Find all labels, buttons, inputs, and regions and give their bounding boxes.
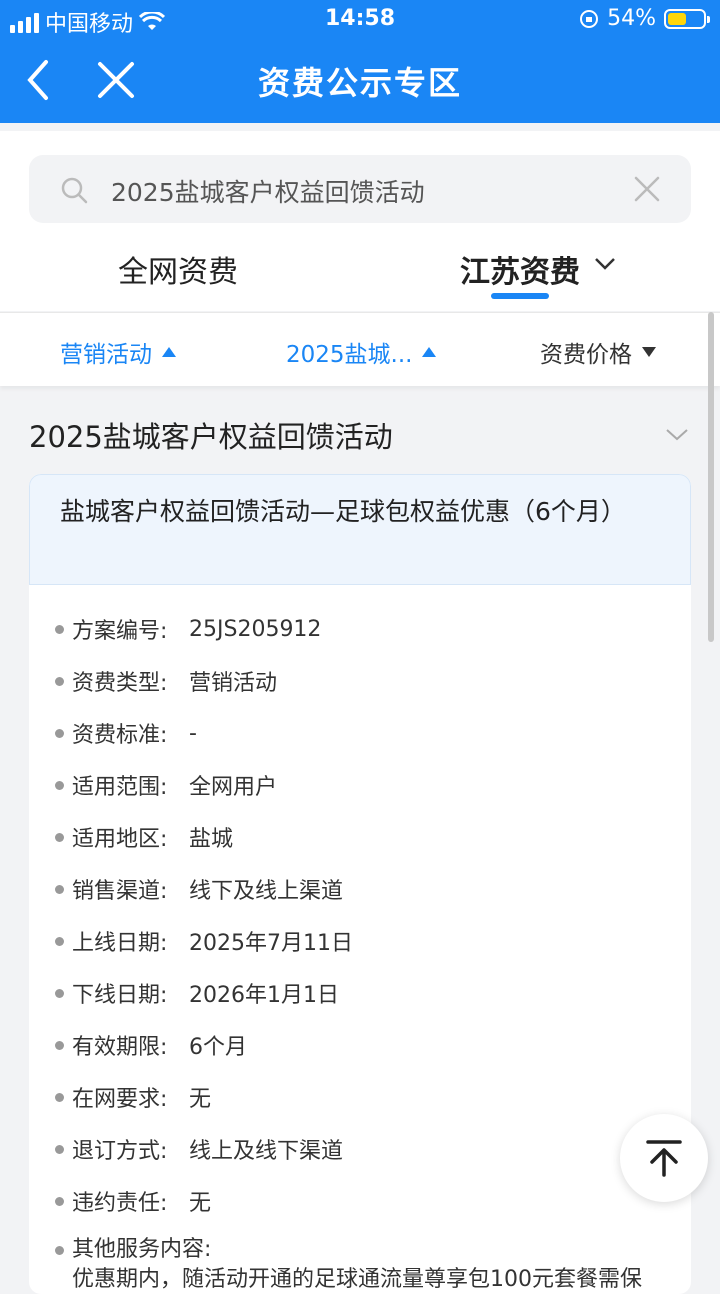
navbar: 资费公示专区	[0, 40, 720, 123]
battery-icon	[664, 8, 710, 29]
page-title: 资费公示专区	[257, 64, 462, 102]
field-key: 资费标准:	[72, 723, 168, 748]
other-services: 其他服务内容: 优惠期内，随活动开通的足球通流量尊享包100元套餐需保	[55, 1235, 691, 1294]
field-row: 下线日期: 2026年1月1日	[55, 967, 691, 1019]
field-value: 6个月	[189, 1035, 247, 1060]
field-key: 销售渠道:	[72, 879, 168, 904]
tab-jiangsu[interactable]: 江苏资费	[460, 247, 580, 291]
field-row: 有效期限: 6个月	[55, 1019, 691, 1071]
tab-indicator	[491, 293, 549, 299]
card-title: 盐城客户权益回馈活动—足球包权益优惠（6个月）	[29, 474, 691, 585]
tab-national[interactable]: 全网资费	[118, 247, 238, 291]
bullet	[55, 832, 64, 842]
bullet	[55, 1245, 64, 1255]
scrollbar[interactable]	[708, 312, 714, 642]
field-key: 在网要求:	[72, 1087, 168, 1112]
field-row: 上线日期: 2025年7月11日	[55, 915, 691, 967]
tariff-card: 盐城客户权益回馈活动—足球包权益优惠（6个月） 方案编号: 25JS205912 资…	[29, 474, 691, 1294]
field-key: 资费类型:	[72, 671, 168, 696]
field-value: 全网用户	[189, 775, 278, 800]
bullet	[55, 936, 64, 946]
header: 中国移动 14:58 54% 资费公示专区	[0, 0, 720, 123]
bullet	[55, 1144, 64, 1154]
field-key: 违约责任:	[72, 1191, 168, 1216]
clear-icon[interactable]	[633, 175, 661, 203]
field-key: 上线日期:	[72, 931, 168, 956]
orientation-lock-icon	[580, 9, 599, 28]
status-right: 54%	[579, 6, 710, 31]
tab-bar: 全网资费 江苏资费	[0, 239, 720, 311]
section-title: 2025盐城客户权益回馈活动	[29, 420, 393, 454]
filter-price-label: 资费价格	[540, 342, 632, 368]
filter-price[interactable]: 资费价格	[540, 335, 656, 369]
bullet	[55, 676, 64, 686]
chevron-down-icon[interactable]	[665, 428, 689, 442]
field-key: 下线日期:	[72, 983, 168, 1008]
field-row: 资费标准: -	[55, 707, 691, 759]
field-row: 适用地区: 盐城	[55, 811, 691, 863]
bullet	[55, 1092, 64, 1102]
filter-activity[interactable]: 2025盐城...	[286, 335, 437, 369]
field-row: 方案编号: 25JS205912	[55, 603, 691, 655]
field-value: 2026年1月1日	[189, 983, 339, 1008]
field-value: -	[189, 720, 197, 746]
search-icon	[61, 177, 88, 204]
field-row: 退订方式: 线上及线下渠道	[55, 1123, 691, 1175]
field-key: 有效期限:	[72, 1035, 168, 1060]
bullet	[55, 1040, 64, 1050]
field-row: 在网要求: 无	[55, 1071, 691, 1123]
field-value: 无	[189, 1191, 212, 1216]
bullet	[55, 624, 64, 634]
field-value: 25JS205912	[189, 616, 322, 642]
battery-percent: 54%	[607, 6, 656, 31]
chevron-down-icon[interactable]	[594, 257, 616, 271]
caret-up-icon	[162, 347, 176, 357]
field-value: 线下及线上渠道	[189, 879, 344, 904]
filter-bar: 营销活动 2025盐城... 资费价格	[0, 312, 720, 386]
bullet	[55, 780, 64, 790]
bullet	[55, 988, 64, 998]
back-to-top-button[interactable]	[620, 1114, 708, 1202]
search-input[interactable]: 2025盐城客户权益回馈活动	[29, 155, 691, 223]
status-bar: 中国移动 14:58 54%	[0, 0, 720, 40]
field-row: 适用范围: 全网用户	[55, 759, 691, 811]
field-row: 违约责任: 无	[55, 1175, 691, 1227]
field-value: 线上及线下渠道	[189, 1139, 344, 1164]
field-key: 适用地区:	[72, 827, 168, 852]
arrow-up-icon	[646, 1140, 682, 1177]
search-area: 2025盐城客户权益回馈活动 全网资费 江苏资费	[0, 131, 720, 311]
filter-type[interactable]: 营销活动	[60, 335, 176, 369]
field-key: 适用范围:	[72, 775, 168, 800]
field-key: 方案编号:	[72, 619, 168, 644]
bullet	[55, 728, 64, 738]
bullet	[55, 1196, 64, 1206]
field-value: 无	[189, 1087, 212, 1112]
bullet	[55, 884, 64, 894]
caret-up-icon	[422, 347, 437, 357]
card-body: 方案编号: 25JS205912 资费类型: 营销活动 资费标准: - 适用范围: 全网用户适…	[29, 585, 691, 1294]
field-value: 盐城	[189, 827, 234, 852]
field-row: 资费类型: 营销活动	[55, 655, 691, 707]
filter-activity-label: 2025盐城...	[286, 342, 413, 368]
search-query: 2025盐城客户权益回馈活动	[111, 178, 425, 207]
field-value: 2025年7月11日	[189, 931, 353, 956]
field-value: 营销活动	[189, 671, 278, 696]
caret-down-icon	[642, 347, 656, 357]
other-label: 其他服务内容:	[72, 1237, 212, 1262]
field-row: 销售渠道: 线下及线上渠道	[55, 863, 691, 915]
filter-type-label: 营销活动	[60, 342, 152, 368]
field-key: 退订方式:	[72, 1139, 168, 1164]
